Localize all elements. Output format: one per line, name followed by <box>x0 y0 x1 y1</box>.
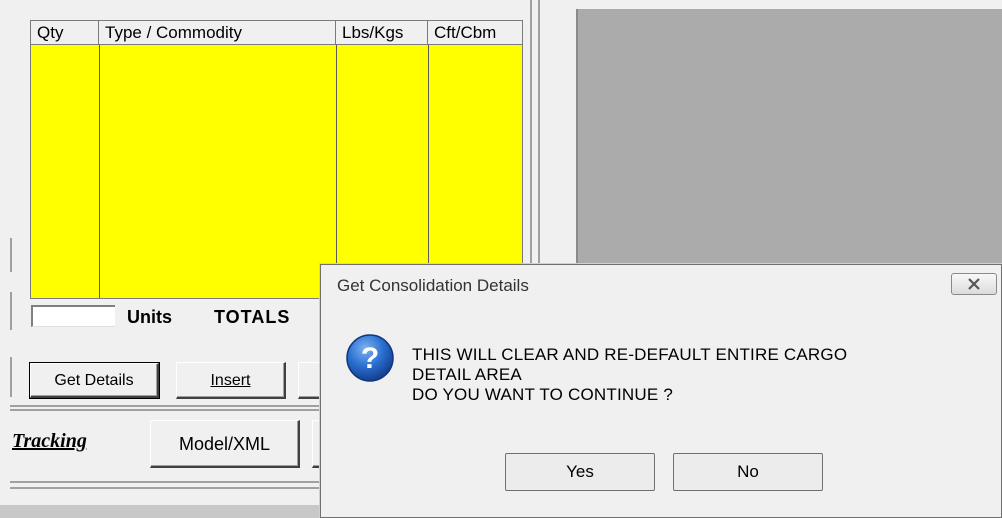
dialog-message: THIS WILL CLEAR AND RE-DEFAULT ENTIRE CA… <box>412 345 847 405</box>
dialog-titlebar[interactable]: Get Consolidation Details <box>321 265 1001 307</box>
column-header-type-commodity[interactable]: Type / Commodity <box>99 21 336 45</box>
cargo-grid[interactable]: Qty Type / Commodity Lbs/Kgs Cft/Cbm <box>30 20 523 299</box>
section-divider <box>10 409 320 411</box>
get-details-button-frame: Get Details <box>29 362 160 399</box>
yes-button[interactable]: Yes <box>505 453 655 491</box>
svg-text:?: ? <box>361 342 379 375</box>
left-border-line <box>10 238 12 272</box>
section-divider <box>10 487 320 489</box>
tracking-tab[interactable]: Tracking <box>12 430 87 453</box>
insert-button[interactable]: Insert <box>176 362 286 399</box>
dialog-message-line: THIS WILL CLEAR AND RE-DEFAULT ENTIRE CA… <box>412 345 848 364</box>
dialog-message-line: DO YOU WANT TO CONTINUE ? <box>412 385 673 404</box>
units-label: Units <box>127 307 172 327</box>
model-xml-tab[interactable]: Model/XML <box>150 420 300 468</box>
column-header-cft-cbm[interactable]: Cft/Cbm <box>428 21 522 45</box>
totals-label: TOTALS <box>214 307 291 327</box>
confirm-dialog: Get Consolidation Details ? THIS WILL CL… <box>320 264 1002 518</box>
bottom-strip <box>0 505 320 518</box>
units-input[interactable] <box>31 305 115 327</box>
column-header-qty[interactable]: Qty <box>31 21 99 45</box>
close-icon <box>968 278 980 290</box>
get-details-button[interactable]: Get Details <box>30 363 159 398</box>
dialog-title: Get Consolidation Details <box>337 276 529 295</box>
column-divider <box>99 45 100 298</box>
left-border-line <box>10 292 12 330</box>
left-border-line <box>10 357 12 397</box>
section-divider <box>10 481 320 483</box>
grid-header: Qty Type / Commodity Lbs/Kgs Cft/Cbm <box>31 21 522 45</box>
no-button[interactable]: No <box>673 453 823 491</box>
column-divider <box>336 45 337 298</box>
insert-label: Insert <box>210 372 251 389</box>
section-divider <box>10 405 320 407</box>
close-button[interactable] <box>951 273 997 295</box>
dialog-message-line: DETAIL AREA <box>412 365 522 384</box>
column-header-lbs-kgs[interactable]: Lbs/Kgs <box>336 21 428 45</box>
question-icon: ? <box>346 334 394 382</box>
column-divider <box>428 45 429 298</box>
